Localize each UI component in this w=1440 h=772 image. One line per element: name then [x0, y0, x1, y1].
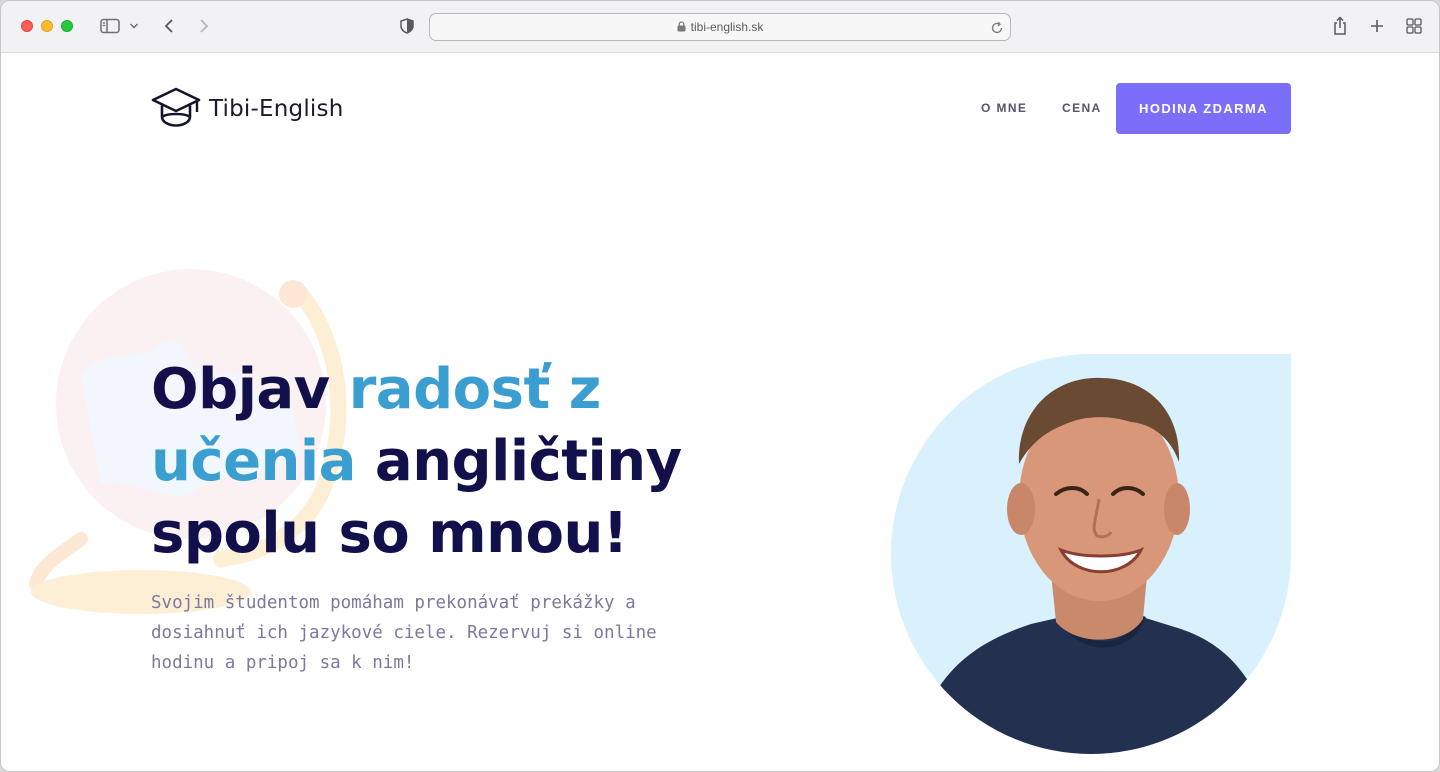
reload-icon[interactable] — [990, 20, 1004, 39]
browser-window: tibi-english.sk Tibi-English O MNE CENA … — [0, 0, 1440, 772]
address-bar[interactable]: tibi-english.sk — [429, 13, 1011, 41]
close-window-button[interactable] — [21, 20, 33, 32]
nav-link-o-mne[interactable]: O MNE — [981, 101, 1027, 115]
minimize-window-button[interactable] — [41, 20, 53, 32]
free-lesson-button[interactable]: HODINA ZDARMA — [1116, 83, 1291, 134]
shield-icon[interactable] — [397, 15, 417, 37]
lock-icon — [677, 21, 686, 35]
hero-subtitle: Svojim študentom pomáham prekonávať prek… — [151, 593, 657, 673]
plus-icon[interactable] — [1367, 15, 1387, 37]
logo-text: Tibi-English — [209, 96, 344, 122]
share-icon[interactable] — [1330, 15, 1350, 37]
portrait-photo — [891, 354, 1291, 754]
hero-title: Objav radosť z učenia angličtiny spolu s… — [151, 354, 711, 570]
url-text: tibi-english.sk — [690, 20, 764, 34]
graduation-cap-icon — [151, 86, 201, 132]
chevron-down-icon[interactable] — [128, 15, 140, 37]
browser-toolbar: tibi-english.sk — [1, 1, 1439, 53]
zoom-window-button[interactable] — [61, 20, 73, 32]
site-logo[interactable]: Tibi-English — [151, 86, 343, 132]
sidebar-icon[interactable] — [99, 15, 121, 37]
nav-link-cena[interactable]: CENA — [1062, 101, 1102, 115]
forward-icon[interactable] — [194, 15, 214, 37]
web-page: Tibi-English O MNE CENA HODINA ZDARMA Ob… — [1, 54, 1439, 771]
tabs-grid-icon[interactable] — [1404, 15, 1424, 37]
back-icon[interactable] — [159, 15, 179, 37]
hero-title-part1: Objav — [151, 357, 349, 422]
